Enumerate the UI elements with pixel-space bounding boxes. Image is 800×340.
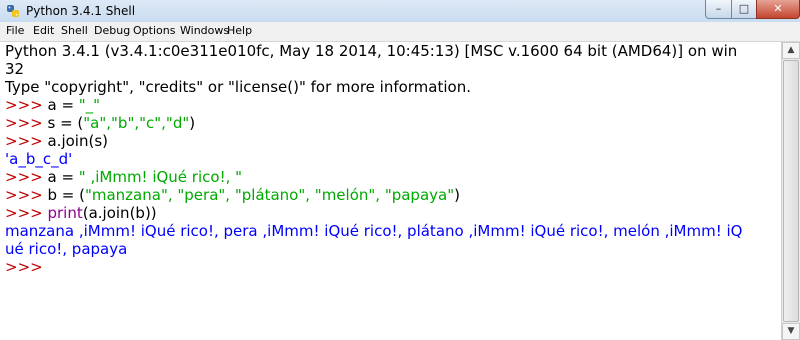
input-line: >>> s = ("a","b","c","d")	[5, 114, 195, 132]
banner-line: Python 3.4.1 (v3.4.1:c0e311e010fc, May 1…	[5, 42, 738, 60]
banner-line: 32	[5, 60, 25, 78]
input-line: >>> a.join(s)	[5, 132, 108, 150]
maximize-button[interactable]: □	[731, 0, 757, 19]
menu-debug[interactable]: Debug	[94, 24, 130, 37]
output-line: manzana ,iMmm! iQué rico!, pera ,iMmm! i…	[5, 222, 743, 240]
menu-help[interactable]: Help	[227, 24, 252, 37]
minimize-button[interactable]: –	[705, 0, 732, 19]
vertical-scrollbar[interactable]: ▲ ▼	[781, 42, 800, 340]
code-text: (a.join(b))	[82, 204, 157, 222]
prompt: >>>	[5, 186, 48, 204]
prompt: >>>	[5, 168, 48, 186]
code-text: a =	[47, 96, 79, 114]
active-prompt[interactable]: >>>	[5, 258, 47, 276]
menu-file[interactable]: File	[6, 24, 24, 37]
input-line: >>> a = "_"	[5, 96, 100, 114]
menu-edit[interactable]: Edit	[33, 24, 54, 37]
title-bar[interactable]: Python 3.4.1 Shell – □ ✕	[0, 0, 800, 23]
string-literal: "a","b","c","d"	[83, 114, 190, 132]
code-text: a =	[47, 168, 79, 186]
window-title: Python 3.4.1 Shell	[26, 4, 136, 18]
menu-options[interactable]: Options	[133, 24, 175, 37]
code-text: b = (	[47, 186, 85, 204]
string-literal: "manzana", "pera", "plátano", "melón", "…	[84, 186, 455, 204]
input-line: >>> print(a.join(b))	[5, 204, 157, 222]
builtin-name: print	[47, 204, 83, 222]
scroll-down-icon[interactable]: ▼	[782, 323, 800, 340]
shell-text-area[interactable]: Python 3.4.1 (v3.4.1:c0e311e010fc, May 1…	[0, 42, 781, 340]
code-text: )	[454, 186, 460, 204]
output-line: ué rico!, papaya	[5, 240, 128, 258]
output-line: 'a_b_c_d'	[5, 150, 73, 168]
code-text: a.join(s)	[47, 132, 108, 150]
banner-line: Type "copyright", "credits" or "license(…	[5, 78, 471, 96]
prompt: >>>	[5, 114, 48, 132]
code-text: )	[189, 114, 196, 132]
scroll-up-icon[interactable]: ▲	[782, 42, 800, 59]
prompt: >>>	[5, 132, 48, 150]
prompt: >>>	[5, 96, 48, 114]
menu-windows[interactable]: Windows	[180, 24, 229, 37]
scrollbar-thumb[interactable]	[783, 60, 799, 322]
code-text: s = (	[47, 114, 84, 132]
string-literal: " ,iMmm! iQué rico!, "	[78, 168, 243, 186]
python-icon	[7, 5, 19, 17]
string-literal: "_"	[78, 96, 101, 114]
close-button[interactable]: ✕	[756, 0, 800, 19]
input-line: >>> a = " ,iMmm! iQué rico!, "	[5, 168, 242, 186]
input-line: >>> b = ("manzana", "pera", "plátano", "…	[5, 186, 460, 204]
menu-shell[interactable]: Shell	[61, 24, 88, 37]
menu-bar: File Edit Shell Debug Options Windows He…	[0, 22, 800, 42]
prompt: >>>	[5, 204, 48, 222]
